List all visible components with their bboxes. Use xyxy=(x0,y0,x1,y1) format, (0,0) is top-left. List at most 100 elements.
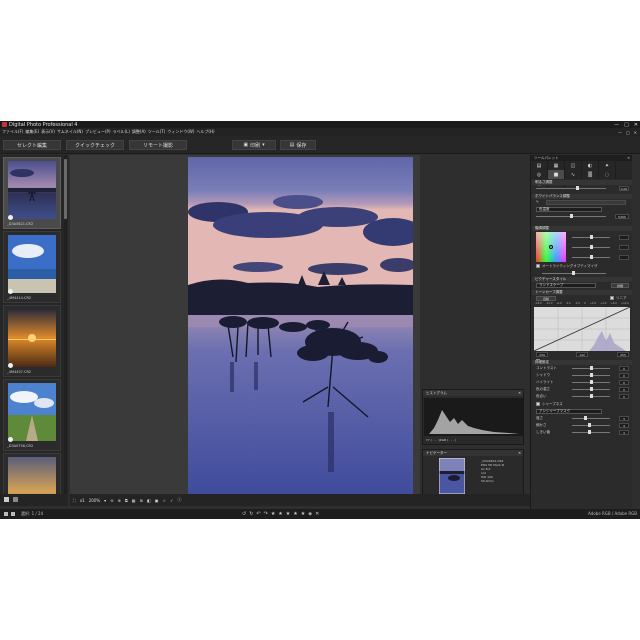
fit-icon[interactable]: ⛶ xyxy=(73,498,76,503)
doc-minimize-button[interactable]: — xyxy=(618,130,622,135)
tab-lens[interactable]: ◎ xyxy=(531,170,548,179)
color-temp-slider[interactable] xyxy=(536,214,606,218)
compare-icon[interactable]: ⧉ xyxy=(125,498,128,503)
redo-icon[interactable]: ↷ xyxy=(264,511,268,517)
tab-crop[interactable]: ◫ xyxy=(565,161,582,170)
slider-knob[interactable] xyxy=(590,394,593,398)
saturation-value[interactable] xyxy=(619,245,629,250)
navigator-panel[interactable]: ナビゲーター ✕ _D3A0821.CR2 EOS 5D Mark III Av… xyxy=(422,449,524,495)
strength-slider[interactable] xyxy=(572,416,610,420)
tab-dust[interactable]: ◌ xyxy=(599,170,616,179)
curve-point-value[interactable]: 255 xyxy=(617,352,629,357)
strength-value[interactable]: 3 xyxy=(619,416,629,421)
chevron-down-icon[interactable]: ▾ xyxy=(104,498,106,503)
luminance-slider[interactable] xyxy=(572,255,610,259)
highlight-slider[interactable] xyxy=(572,380,610,384)
thumbnail-item[interactable]: _D3A0821.CR2 xyxy=(3,157,61,229)
threshold-slider[interactable] xyxy=(572,430,610,434)
zoom-in-icon[interactable]: ⊕ xyxy=(118,498,121,503)
sharpness-mode-select[interactable]: アンシャープマスク xyxy=(536,409,602,414)
star-2-icon[interactable]: ★ xyxy=(278,511,282,517)
rotate-right-icon[interactable]: ↻ xyxy=(249,511,253,517)
grid-icon[interactable]: ▦ xyxy=(132,498,136,503)
hue-detail-value[interactable]: 0 xyxy=(619,394,629,399)
menu-file[interactable]: ファイル(F) xyxy=(2,129,23,135)
menu-adjust[interactable]: 調整(A) xyxy=(132,129,146,135)
rating-icon[interactable]: ☆ xyxy=(162,498,166,503)
tab-tone[interactable]: ▦ xyxy=(548,161,565,170)
maximize-button[interactable]: □ xyxy=(624,122,629,128)
fineness-slider[interactable] xyxy=(572,423,610,427)
curve-input-value[interactable]: 239 xyxy=(536,352,548,357)
highlight-warning-icon[interactable]: ◧ xyxy=(147,498,151,503)
contrast-value[interactable]: 0 xyxy=(619,366,629,371)
thumbnail-item[interactable]: _4M4414.CR2 xyxy=(3,231,61,303)
color-wheel[interactable] xyxy=(536,232,566,262)
slider-knob[interactable] xyxy=(590,255,593,259)
af-point-icon[interactable]: ⊞ xyxy=(140,498,143,503)
histogram-panel[interactable]: ヒストグラム ✕ YY ( . . . )RGB ( . . . ) xyxy=(422,389,524,445)
menu-window[interactable]: ウィンドウ(W) xyxy=(167,129,194,135)
list-view-icon[interactable] xyxy=(13,497,18,502)
star-4-icon[interactable]: ★ xyxy=(293,511,297,517)
thumb-size-small-icon[interactable] xyxy=(4,512,8,516)
slider-knob[interactable] xyxy=(576,186,579,190)
zoom-out-icon[interactable]: ⊖ xyxy=(110,498,113,503)
tab-noise[interactable]: ▒ xyxy=(582,170,599,179)
tab-detail[interactable]: ✦ xyxy=(599,161,616,170)
close-icon[interactable]: ✕ xyxy=(627,156,630,160)
slider-knob[interactable] xyxy=(570,214,573,218)
threshold-value[interactable]: 4 xyxy=(619,430,629,435)
auto-lighting-slider[interactable] xyxy=(542,271,606,275)
star-3-icon[interactable]: ★ xyxy=(286,511,290,517)
save-button[interactable]: ▤ 保存 xyxy=(280,140,316,150)
tone-curve-auto-button[interactable]: 自動 xyxy=(536,296,556,301)
color-depth-value[interactable]: 0 xyxy=(619,387,629,392)
doc-close-button[interactable]: ✕ xyxy=(634,130,637,135)
shadow-slider[interactable] xyxy=(572,373,610,377)
close-icon[interactable]: ✕ xyxy=(518,391,521,395)
thumbnail-item[interactable] xyxy=(3,453,61,494)
tab-basic-adjust[interactable]: ▤ xyxy=(531,161,548,170)
contrast-slider[interactable] xyxy=(572,366,610,370)
brightness-value[interactable]: 0.00 xyxy=(619,186,629,191)
slider-knob[interactable] xyxy=(590,245,593,249)
tone-curve-graph[interactable] xyxy=(534,307,630,351)
picture-style-select[interactable]: ランドスケープ xyxy=(536,283,596,288)
image-viewer[interactable] xyxy=(70,155,420,495)
slider-knob[interactable] xyxy=(590,380,593,384)
star-1-icon[interactable]: ★ xyxy=(271,511,275,517)
scrollbar-thumb[interactable] xyxy=(64,159,67,219)
zoom-level[interactable]: 200% xyxy=(89,498,100,503)
eyedropper-icon[interactable]: ✎ xyxy=(536,200,539,204)
star-5-icon[interactable]: ★ xyxy=(301,511,305,517)
grid-view-icon[interactable] xyxy=(4,497,9,502)
hue-detail-slider[interactable] xyxy=(572,394,610,398)
tab-basic[interactable]: ■ xyxy=(548,170,565,179)
slider-knob[interactable] xyxy=(590,235,593,239)
close-icon[interactable]: ✕ xyxy=(518,451,521,455)
slider-knob[interactable] xyxy=(590,387,593,391)
slider-knob[interactable] xyxy=(590,373,593,377)
tab-curve[interactable]: ∿ xyxy=(565,170,582,179)
brightness-slider[interactable] xyxy=(536,186,606,190)
thumbnail-scrollbar[interactable] xyxy=(64,155,67,494)
remote-shoot-button[interactable]: リモート撮影 xyxy=(129,140,187,150)
picture-style-detail-button[interactable]: 詳細 xyxy=(611,283,629,288)
slider-knob[interactable] xyxy=(588,430,591,434)
slider-knob[interactable] xyxy=(572,271,575,275)
zoom-x1-button[interactable]: x1 xyxy=(80,498,85,503)
menu-label[interactable]: ラベル(L) xyxy=(113,129,130,135)
close-button[interactable]: ✕ xyxy=(634,122,638,128)
menu-view[interactable]: 表示(V) xyxy=(41,129,55,135)
check-icon[interactable]: ✓ xyxy=(170,498,173,503)
curve-output-value[interactable]: 142 xyxy=(576,352,588,357)
delete-icon[interactable]: ✕ xyxy=(315,511,319,517)
undo-icon[interactable]: ↶ xyxy=(256,511,260,517)
highlight-value[interactable]: 0 xyxy=(619,380,629,385)
thumbnail-item[interactable]: _4M4457.CR2 xyxy=(3,305,61,377)
select-edit-button[interactable]: セレクト編集 xyxy=(3,140,61,150)
info-icon[interactable]: ⓘ xyxy=(177,497,181,503)
menu-thumbnail[interactable]: サムネイル(N) xyxy=(57,129,83,135)
menu-preview[interactable]: プレビュー(P) xyxy=(85,129,111,135)
